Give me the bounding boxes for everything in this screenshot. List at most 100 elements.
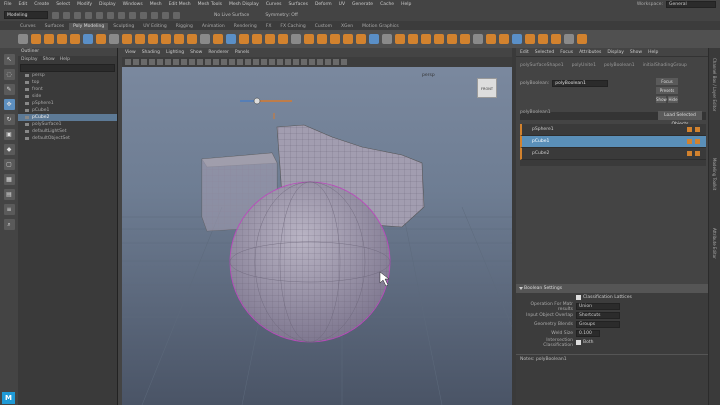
- side-tab-attribute-editor[interactable]: Attribute Editor: [712, 228, 717, 259]
- shelf-tab-uv-editing[interactable]: UV Editing: [139, 23, 171, 30]
- unfold-icon[interactable]: [577, 34, 587, 44]
- viewport-menu-show[interactable]: Show: [190, 48, 202, 57]
- visibility-icon[interactable]: [687, 127, 692, 132]
- helix-icon[interactable]: [161, 34, 171, 44]
- menu-item-edit-mesh[interactable]: Edit Mesh: [169, 2, 191, 7]
- boolean-settings-header[interactable]: Boolean Settings: [516, 284, 708, 293]
- outliner-menu-show[interactable]: Show: [43, 56, 55, 64]
- insert-loop-icon[interactable]: [395, 34, 405, 44]
- workspace-selector[interactable]: Workspace: General: [637, 1, 716, 8]
- menu-item-curves[interactable]: Curves: [266, 2, 282, 7]
- input-object-row[interactable]: pCube1: [520, 136, 706, 148]
- menu-item-cache[interactable]: Cache: [380, 2, 394, 7]
- visibility-icon[interactable]: [687, 139, 692, 144]
- layout-four-icon[interactable]: ▦: [3, 174, 15, 185]
- chamfer-icon[interactable]: [460, 34, 470, 44]
- prism-icon[interactable]: [135, 34, 145, 44]
- resolution-gate-icon[interactable]: [181, 59, 187, 65]
- smooth-icon[interactable]: [265, 34, 275, 44]
- layout-single-icon[interactable]: ▢: [3, 159, 15, 170]
- load-selected-button[interactable]: Load Selected Objects: [658, 111, 702, 127]
- bridge-icon[interactable]: [304, 34, 314, 44]
- film-gate-icon[interactable]: [173, 59, 179, 65]
- hide-button[interactable]: Hide: [668, 96, 678, 103]
- outliner-menu-help[interactable]: Help: [60, 56, 70, 64]
- mirror-icon[interactable]: [291, 34, 301, 44]
- backface-icon[interactable]: [317, 59, 323, 65]
- viewport-panel[interactable]: View Shading Lighting Show Renderer Panels: [122, 48, 512, 405]
- save-scene-icon[interactable]: [74, 11, 81, 19]
- bookmark-icon[interactable]: [133, 59, 139, 65]
- channel-tab-selected[interactable]: Selected: [535, 48, 555, 56]
- combine-icon[interactable]: [239, 34, 249, 44]
- node-tab[interactable]: polyUnite1: [572, 63, 596, 68]
- shelf-tab-fx[interactable]: FX: [261, 23, 276, 30]
- xray-joints-icon[interactable]: [309, 59, 315, 65]
- cube-icon[interactable]: [31, 34, 41, 44]
- outliner-search-input[interactable]: [20, 64, 115, 72]
- menu-item-surfaces[interactable]: Surfaces: [288, 2, 308, 7]
- scale-tool-icon[interactable]: ▣: [3, 129, 15, 140]
- outliner-item[interactable]: side: [18, 93, 117, 100]
- select-tool-icon[interactable]: ↖: [3, 54, 15, 65]
- grease-pencil-icon[interactable]: [157, 59, 163, 65]
- shelf-tab-rigging[interactable]: Rigging: [171, 23, 197, 30]
- outliner-item[interactable]: polySurface1: [18, 121, 117, 128]
- viewport-menu-view[interactable]: View: [125, 48, 136, 57]
- input-object-row[interactable]: pSphere1: [520, 124, 706, 136]
- last-tool-icon[interactable]: ◆: [3, 144, 15, 155]
- setting-field[interactable]: Groups: [576, 321, 620, 328]
- node-tab[interactable]: initialShadingGroup: [643, 63, 687, 68]
- menu-item-uv[interactable]: UV: [339, 2, 345, 7]
- node-tab[interactable]: polyBoolean1: [604, 63, 635, 68]
- exposure-icon[interactable]: [325, 59, 331, 65]
- cone-icon[interactable]: [57, 34, 67, 44]
- manipulator[interactable]: [240, 97, 292, 119]
- separate-icon[interactable]: [252, 34, 262, 44]
- smooth-shade-icon[interactable]: [229, 59, 235, 65]
- disc-icon[interactable]: [96, 34, 106, 44]
- 2d-pan-icon[interactable]: [149, 59, 155, 65]
- isolate-icon[interactable]: [293, 59, 299, 65]
- side-tab-channel-box[interactable]: Channel Box / Layer Editor: [712, 58, 717, 111]
- outliner-item[interactable]: defaultObjectSet: [18, 135, 117, 142]
- channel-tab-focus[interactable]: Focus: [560, 48, 573, 56]
- snap-curve-icon[interactable]: [151, 11, 158, 19]
- grid-icon[interactable]: [165, 59, 171, 65]
- visibility-icon[interactable]: [687, 151, 692, 156]
- wireframe-icon[interactable]: [221, 59, 227, 65]
- connect-icon[interactable]: [421, 34, 431, 44]
- shelf-tab-sculpting[interactable]: Sculpting: [109, 23, 139, 30]
- outliner-item[interactable]: defaultLightSet: [18, 128, 117, 135]
- menu-item-mesh[interactable]: Mesh: [150, 2, 162, 7]
- wedge-icon[interactable]: [434, 34, 444, 44]
- sphere-icon[interactable]: [18, 34, 28, 44]
- view-cube[interactable]: FRONT: [477, 78, 497, 98]
- menu-item-mesh-display[interactable]: Mesh Display: [229, 2, 259, 7]
- color-mgmt-icon[interactable]: [341, 59, 347, 65]
- viewport-menu-renderer[interactable]: Renderer: [208, 48, 229, 57]
- shelf-tab-rendering[interactable]: Rendering: [229, 23, 261, 30]
- menu-item-deform[interactable]: Deform: [315, 2, 332, 7]
- outliner-item[interactable]: pCube2: [18, 114, 117, 121]
- normals-icon[interactable]: [512, 34, 522, 44]
- select-hierarchy-icon[interactable]: [107, 11, 114, 19]
- crease-icon[interactable]: [499, 34, 509, 44]
- multi-cut-icon[interactable]: [356, 34, 366, 44]
- sphere-mesh[interactable]: [229, 181, 391, 343]
- lights-icon[interactable]: [253, 59, 259, 65]
- new-scene-icon[interactable]: [52, 11, 59, 19]
- poke-icon[interactable]: [447, 34, 457, 44]
- live-surface-label[interactable]: No Live Surface: [214, 13, 249, 18]
- setting-checkbox[interactable]: [576, 295, 581, 300]
- viewport-menu-shading[interactable]: Shading: [142, 48, 160, 57]
- menu-item-windows[interactable]: Windows: [123, 2, 143, 7]
- snap-point-icon[interactable]: [162, 11, 169, 19]
- layout-outliner-icon[interactable]: ≡: [3, 204, 15, 215]
- layout-side-icon[interactable]: ▤: [3, 189, 15, 200]
- camera-attr-icon[interactable]: [125, 59, 131, 65]
- menu-item-help[interactable]: Help: [401, 2, 411, 7]
- lasso-tool-icon[interactable]: ◌: [3, 69, 15, 80]
- type-icon[interactable]: [213, 34, 223, 44]
- viewport-menu-lighting[interactable]: Lighting: [166, 48, 184, 57]
